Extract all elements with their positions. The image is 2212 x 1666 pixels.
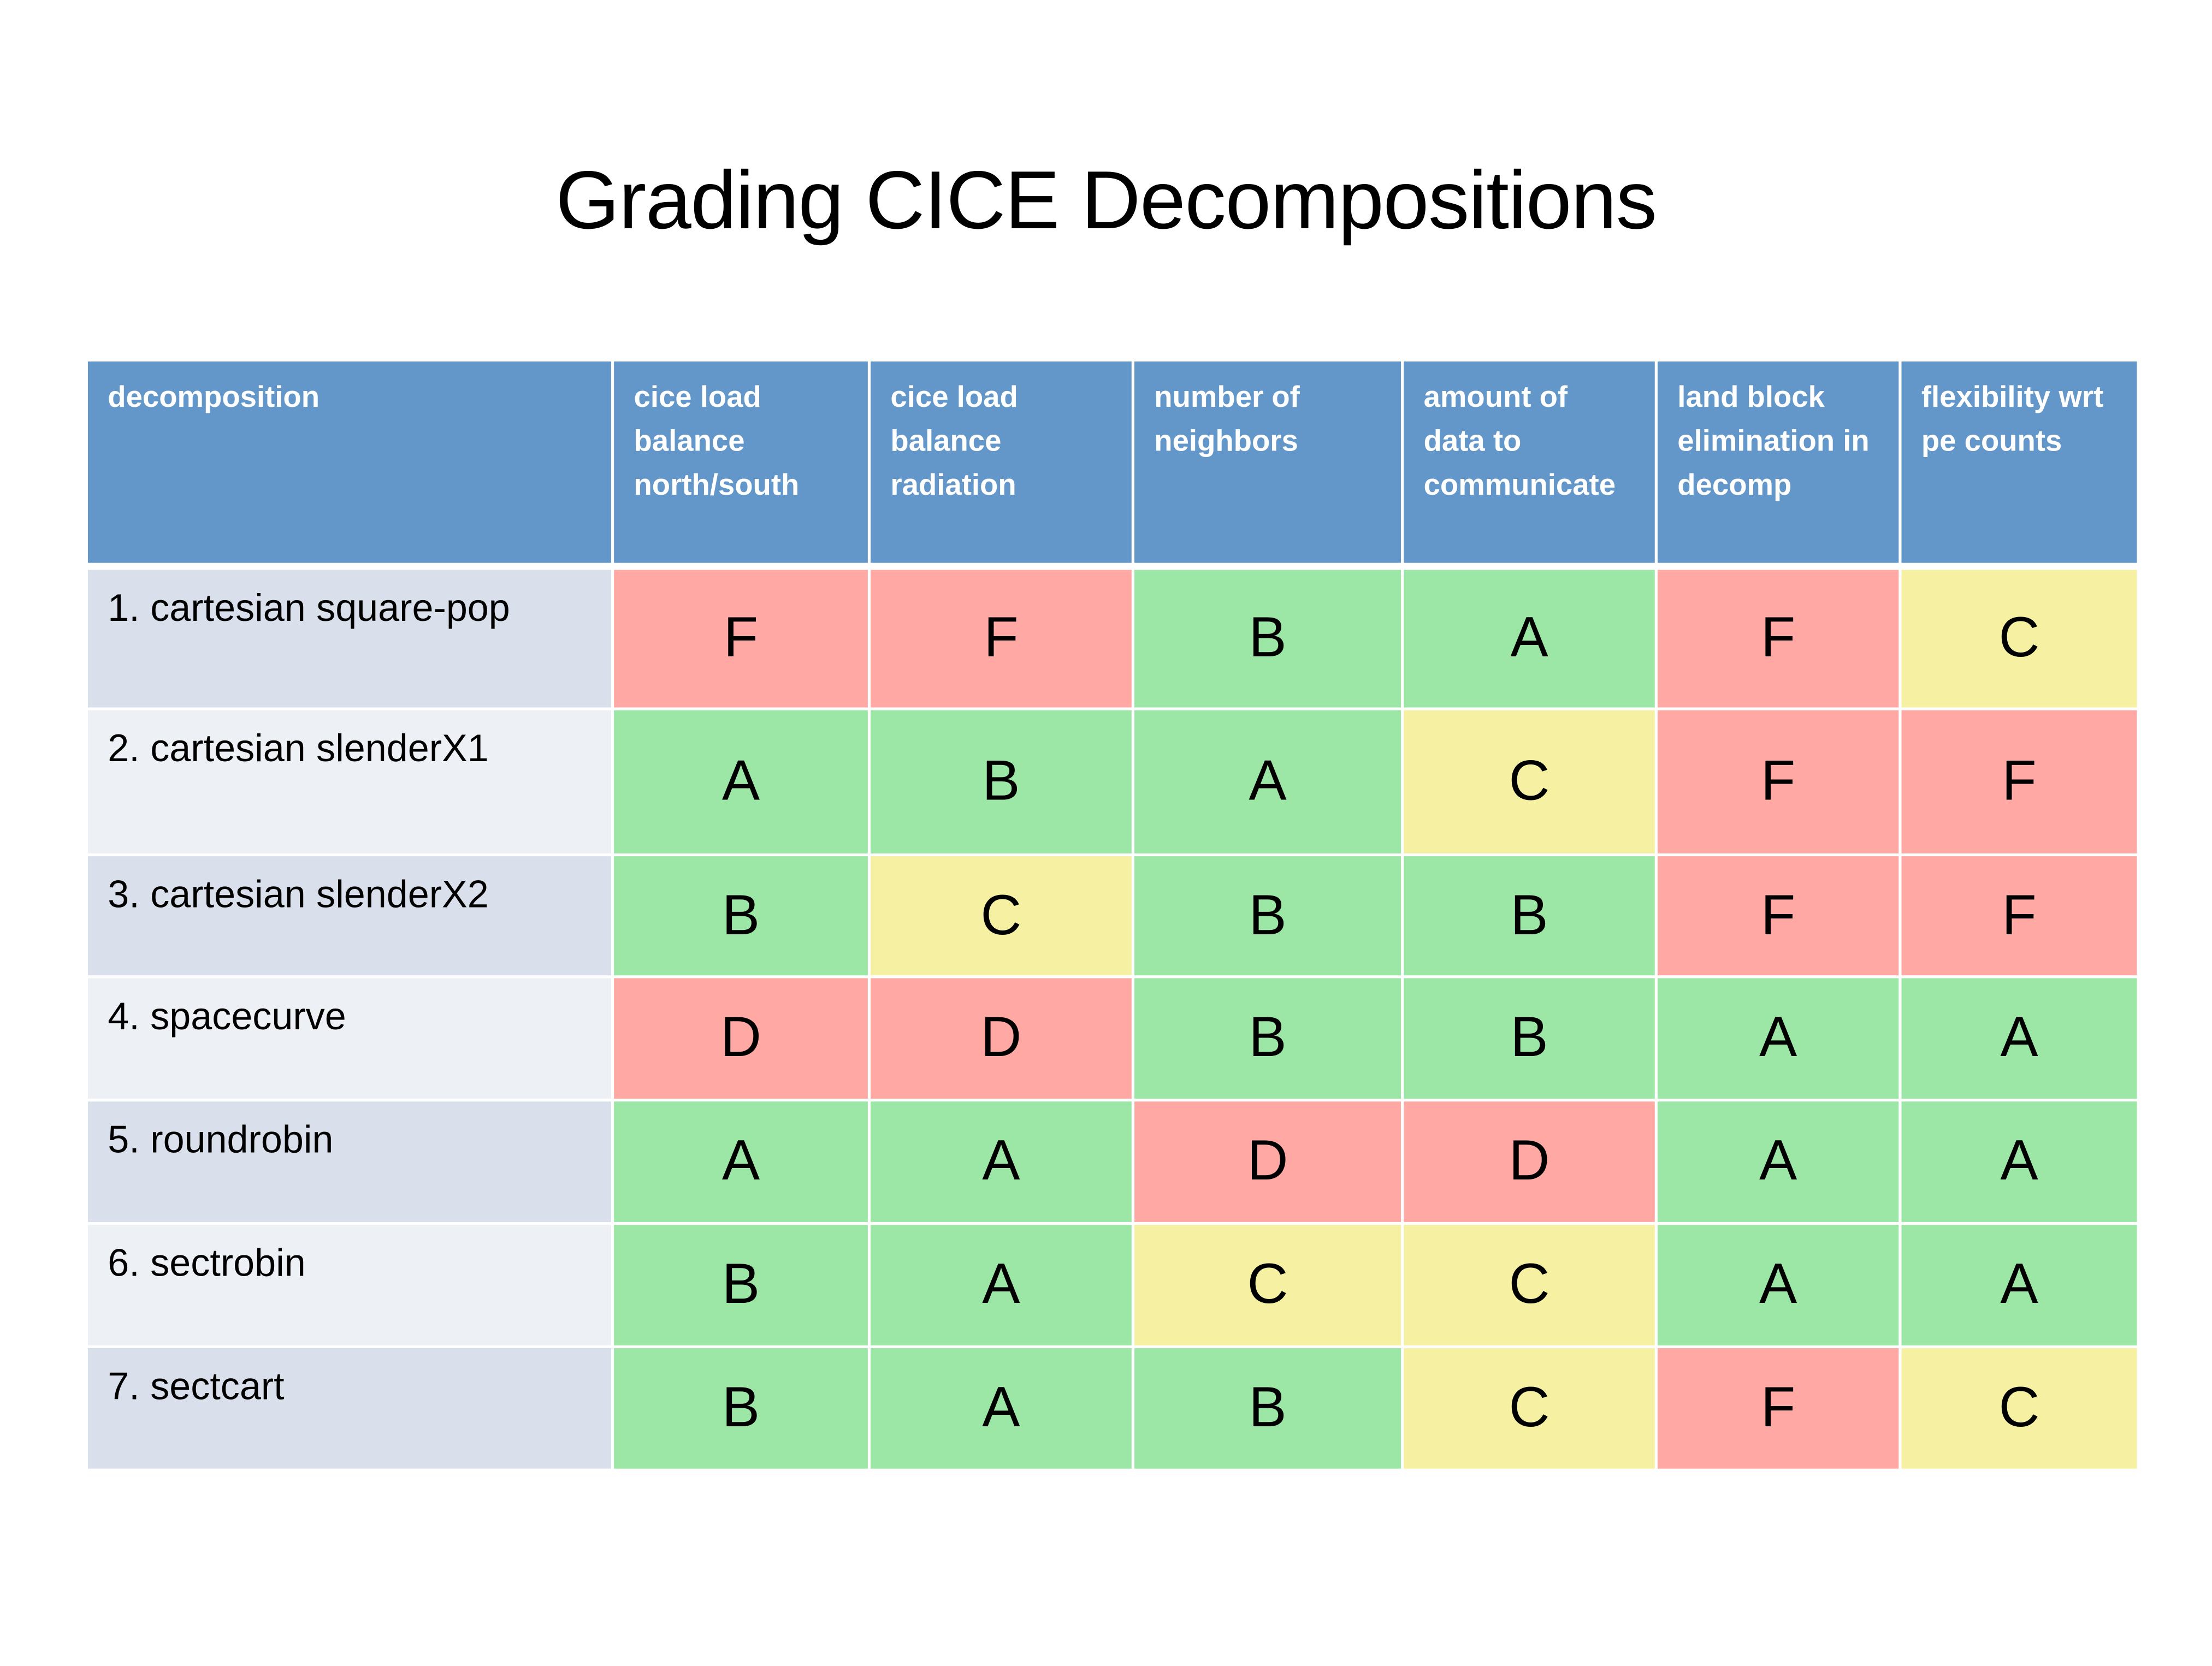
grading-table: decomposition cice load balance north/sou… bbox=[87, 361, 2137, 1469]
row-name: 5. roundrobin bbox=[87, 1101, 611, 1222]
grade-cell: F bbox=[1657, 710, 1899, 853]
grade-cell: A bbox=[614, 1101, 868, 1222]
grade-cell: A bbox=[871, 1348, 1132, 1469]
row-name: 6. sectrobin bbox=[87, 1225, 611, 1345]
column-header: amount of data to communicate bbox=[1404, 361, 1655, 563]
grade-cell: C bbox=[1901, 570, 2137, 708]
grade-cell: C bbox=[1404, 1348, 1655, 1469]
grade-cell: A bbox=[1657, 1225, 1899, 1345]
grade-cell: F bbox=[871, 570, 1132, 708]
grade-cell: B bbox=[871, 710, 1132, 853]
grade-cell: F bbox=[1657, 1348, 1899, 1469]
grade-cell: A bbox=[1404, 570, 1655, 708]
column-header: land block elimination in decomp bbox=[1657, 361, 1899, 563]
grade-cell: B bbox=[1404, 978, 1655, 1099]
grade-cell: B bbox=[1404, 856, 1655, 976]
grade-cell: C bbox=[1404, 710, 1655, 853]
row-name: 4. spacecurve bbox=[87, 978, 611, 1099]
grade-cell: A bbox=[614, 710, 868, 853]
grade-cell: C bbox=[871, 856, 1132, 976]
grade-cell: F bbox=[1657, 570, 1899, 708]
column-header: cice load balance radiation bbox=[871, 361, 1132, 563]
column-header: number of neighbors bbox=[1134, 361, 1401, 563]
slide-title: Grading CICE Decompositions bbox=[555, 154, 1657, 247]
grade-cell: A bbox=[871, 1101, 1132, 1222]
column-header: cice load balance north/south bbox=[614, 361, 868, 563]
row-name: 2. cartesian slenderX1 bbox=[87, 710, 611, 853]
grade-cell: B bbox=[614, 1225, 868, 1345]
grade-cell: B bbox=[1134, 978, 1401, 1099]
grade-cell: D bbox=[1404, 1101, 1655, 1222]
column-header: flexibility wrt pe counts bbox=[1901, 361, 2137, 563]
slide: Grading CICE Decompositions decompositio… bbox=[0, 0, 2212, 1666]
column-header: decomposition bbox=[87, 361, 611, 563]
row-name: 1. cartesian square-pop bbox=[87, 570, 611, 708]
grade-cell: A bbox=[1901, 1101, 2137, 1222]
grade-cell: C bbox=[1404, 1225, 1655, 1345]
grade-cell: A bbox=[1657, 1101, 1899, 1222]
grade-cell: F bbox=[1901, 710, 2137, 853]
grade-cell: C bbox=[1134, 1225, 1401, 1345]
grade-cell: B bbox=[1134, 570, 1401, 708]
grade-cell: D bbox=[1134, 1101, 1401, 1222]
grade-cell: A bbox=[871, 1225, 1132, 1345]
grade-cell: B bbox=[614, 856, 868, 976]
row-name: 3. cartesian slenderX2 bbox=[87, 856, 611, 976]
grade-cell: C bbox=[1901, 1348, 2137, 1469]
grade-cell: B bbox=[1134, 1348, 1401, 1469]
grade-cell: D bbox=[614, 978, 868, 1099]
grade-cell: A bbox=[1901, 978, 2137, 1099]
grade-cell: F bbox=[614, 570, 868, 708]
grade-cell: B bbox=[1134, 856, 1401, 976]
grade-cell: A bbox=[1901, 1225, 2137, 1345]
row-name: 7. sectcart bbox=[87, 1348, 611, 1469]
grade-cell: F bbox=[1657, 856, 1899, 976]
grade-cell: D bbox=[871, 978, 1132, 1099]
grade-cell: A bbox=[1657, 978, 1899, 1099]
grade-cell: B bbox=[614, 1348, 868, 1469]
grade-cell: F bbox=[1901, 856, 2137, 976]
grade-cell: A bbox=[1134, 710, 1401, 853]
